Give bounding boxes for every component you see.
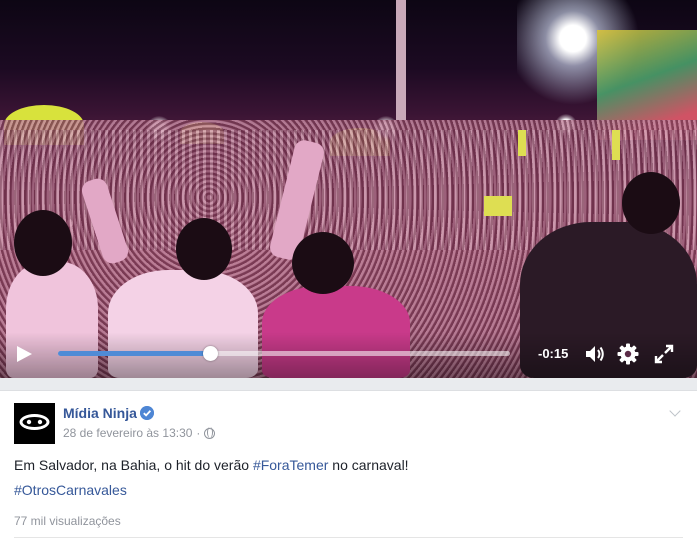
video-player[interactable]: -0:15 [0,0,697,378]
progress-scrubber[interactable] [203,346,219,361]
time-remaining: -0:15 [538,346,569,361]
view-count: 77 mil visualizações [14,514,121,528]
crowd-flag [518,130,526,156]
play-icon[interactable] [17,346,32,362]
progress-fill [58,351,211,356]
hashtag-otroscarnavales[interactable]: #OtrosCarnavales [14,481,127,499]
post-text-prefix: Em Salvador, na Bahia, o hit do verão [14,457,253,473]
crowd-flag [612,130,620,160]
post-text-suffix: no carnaval! [328,457,409,473]
person-head [14,210,72,276]
globe-icon [204,427,216,439]
author-name[interactable]: Mídia Ninja [63,405,137,421]
person-head [176,218,232,280]
chevron-down-icon[interactable] [669,405,681,417]
post-text: Em Salvador, na Bahia, o hit do verão #F… [14,456,409,474]
person-head [292,232,354,294]
pole [396,0,406,120]
volume-icon[interactable] [584,343,606,365]
avatar[interactable] [14,403,55,444]
progress-bar[interactable] [58,346,510,361]
meta-separator: · [196,426,201,440]
post-meta: 28 de fevereiro às 13:30 · [63,426,216,440]
post-date[interactable]: 28 de fevereiro às 13:30 [63,426,192,440]
video-controls: -0:15 [0,332,697,378]
settings-gear-icon[interactable] [617,343,639,365]
facebook-video-post: -0:15 Mídia Ninja 28 de fevereiro às 13:… [0,0,697,538]
post-card: Mídia Ninja 28 de fevereiro às 13:30 · E… [0,390,697,538]
hashtag-foratemer[interactable]: #ForaTemer [253,457,328,473]
person-head [622,172,680,234]
crowd-flag [484,196,512,216]
fullscreen-icon[interactable] [654,344,674,364]
verified-badge-icon [140,406,154,420]
